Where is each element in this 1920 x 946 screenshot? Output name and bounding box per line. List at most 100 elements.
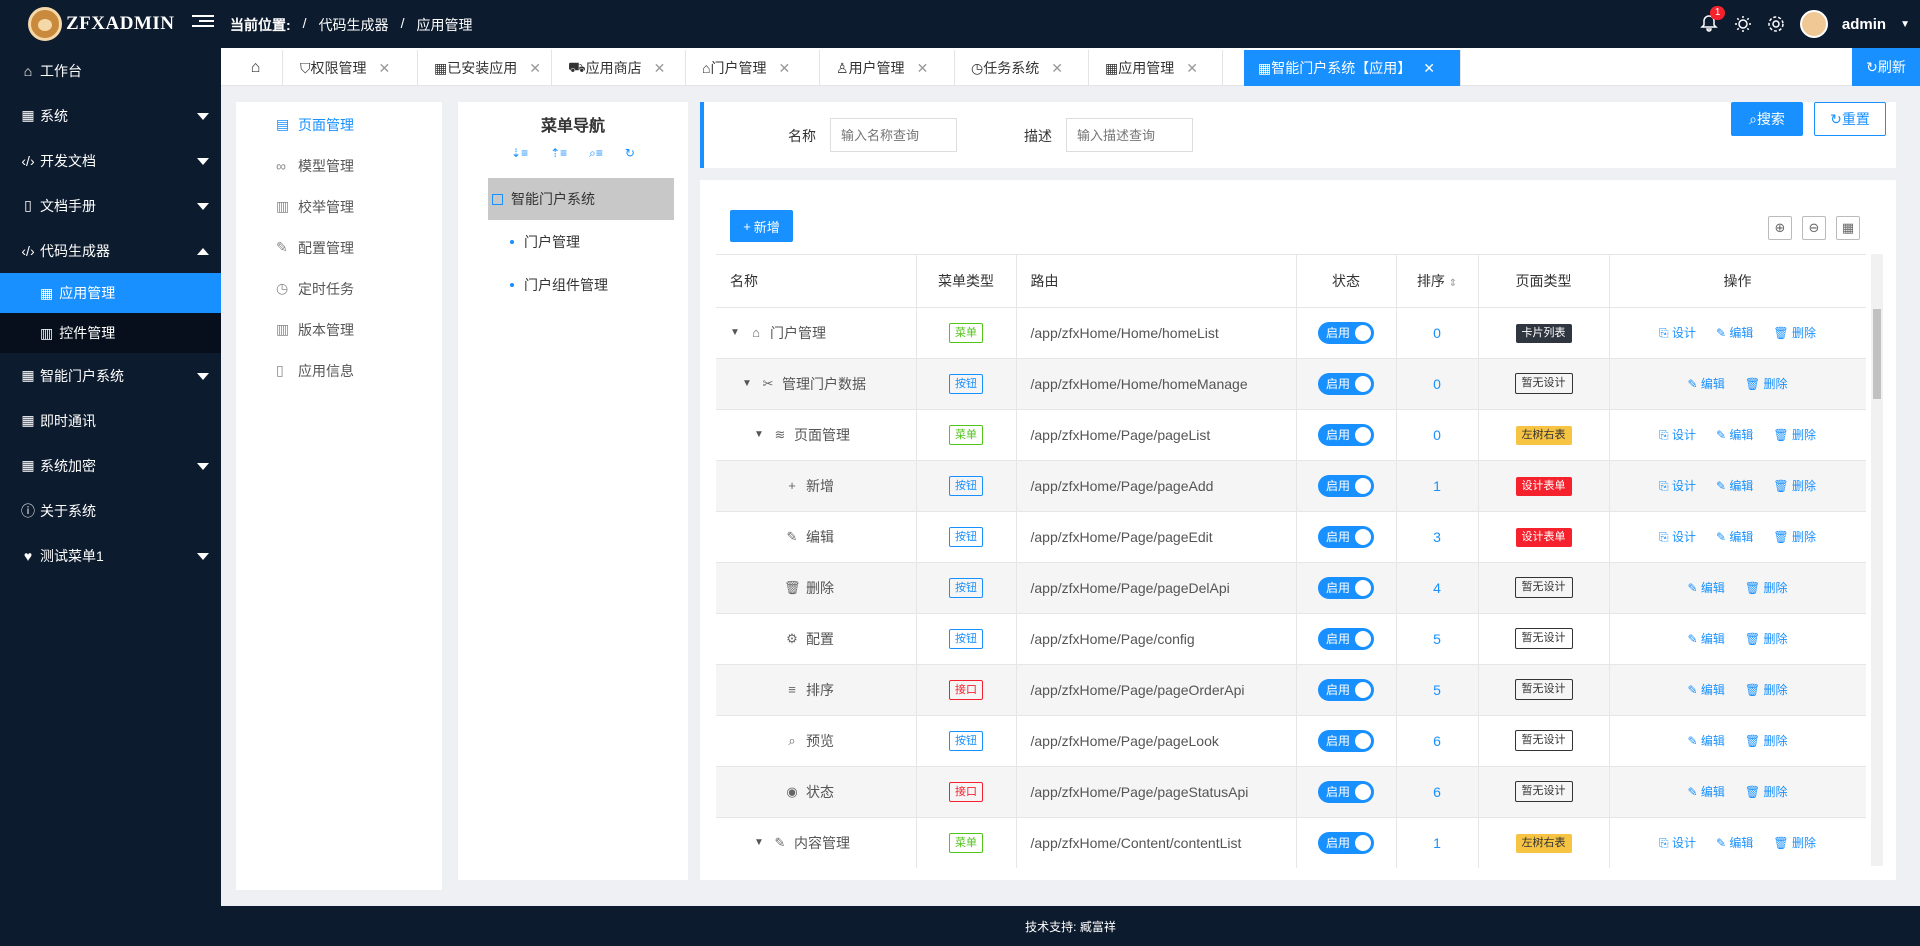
close-icon[interactable]: ✕ — [778, 60, 790, 77]
delete-button[interactable]: 🗑 删除 — [1773, 834, 1816, 851]
edit-button[interactable]: ✎ 编辑 — [1688, 375, 1725, 392]
tab-user-manage[interactable]: ♙ 用户管理 ✕ — [820, 50, 955, 86]
status-toggle[interactable]: 启用 — [1318, 627, 1374, 650]
sidebar-item-workbench[interactable]: ⌂ 工作台 — [0, 48, 221, 93]
tab-permission[interactable]: ⛉ 权限管理 ✕ — [284, 50, 418, 86]
table-row[interactable]: 🗑 删除 按钮/app/zfxHome/Page/pageDelApi 启用 4 暂无设计… — [716, 562, 1866, 614]
delete-button[interactable]: 🗑 删除 — [1773, 426, 1816, 443]
sidebar-toggle-icon[interactable] — [192, 12, 214, 34]
caret-down-icon[interactable]: ▼ — [742, 378, 754, 389]
row-order[interactable]: 5 — [1433, 682, 1441, 698]
delete-button[interactable]: 🗑 删除 — [1745, 375, 1788, 392]
scrollbar[interactable] — [1871, 254, 1883, 866]
delete-button[interactable]: 🗑 删除 — [1745, 630, 1788, 647]
row-order[interactable]: 1 — [1433, 835, 1441, 851]
edit-button[interactable]: ✎ 编辑 — [1688, 579, 1725, 596]
caret-down-icon[interactable]: ▼ — [754, 837, 766, 848]
sort-asc-icon[interactable]: ⇡≡ — [550, 146, 567, 160]
status-toggle[interactable]: 启用 — [1318, 576, 1374, 599]
design-button[interactable]: ⎘ 设计 — [1659, 324, 1696, 341]
close-icon[interactable]: ✕ — [1051, 60, 1063, 77]
chevron-down-icon[interactable]: ▼ — [1900, 19, 1910, 30]
sidebar-item-encrypt[interactable]: ▦ 系统加密 — [0, 443, 221, 488]
close-icon[interactable]: ✕ — [379, 60, 391, 77]
caret-down-icon[interactable]: ▼ — [754, 429, 766, 440]
tree-node[interactable]: 门户组件管理 — [458, 263, 688, 306]
checkbox-icon[interactable] — [492, 193, 503, 205]
columns-icon[interactable]: ▦ — [1836, 216, 1860, 240]
tree-node[interactable]: 门户管理 — [458, 220, 688, 263]
design-button[interactable]: ⎘ 设计 — [1659, 834, 1696, 851]
edit-button[interactable]: ✎ 编辑 — [1688, 630, 1725, 647]
table-row[interactable]: ▼ ⌂ 门户管理 菜单/app/zfxHome/Home/homeList 启用 0 卡片列… — [716, 307, 1866, 359]
delete-button[interactable]: 🗑 删除 — [1773, 324, 1816, 341]
delete-button[interactable]: 🗑 删除 — [1745, 783, 1788, 800]
sidebar-item-doc-manual[interactable]: ▯ 文档手册 — [0, 183, 221, 228]
sidebar-item-im[interactable]: ▦ 即时通讯 — [0, 398, 221, 443]
refresh-icon[interactable]: ↻ — [625, 146, 635, 160]
tab-installed-apps[interactable]: ▦ 已安装应用 ✕ — [418, 50, 552, 86]
sidebar-item-system[interactable]: ▦ 系统 — [0, 93, 221, 138]
app-menu-page-manage[interactable]: ▤ 页面管理 — [236, 104, 442, 145]
edit-button[interactable]: ✎ 编辑 — [1716, 834, 1753, 851]
collapse-all-icon[interactable]: ⊖ — [1802, 216, 1826, 240]
row-order[interactable]: 1 — [1433, 478, 1441, 494]
table-row[interactable]: ✎ 编辑 按钮/app/zfxHome/Page/pageEdit 启用 3 设计表单 ⎘ … — [716, 511, 1866, 563]
app-menu-app-info[interactable]: ▯ 应用信息 — [236, 350, 442, 391]
sidebar-subitem-control-manage[interactable]: ▥ 控件管理 — [0, 313, 221, 353]
sort-icon[interactable]: ⇕ — [1449, 278, 1457, 289]
tab-portal-manage[interactable]: ⌂ 门户管理 ✕ — [686, 50, 820, 86]
col-header-order[interactable]: 排序 ⇕ — [1396, 255, 1479, 308]
app-menu-model-manage[interactable]: ∞ 模型管理 — [236, 145, 442, 186]
status-toggle[interactable]: 启用 — [1318, 831, 1374, 854]
row-order[interactable]: 5 — [1433, 631, 1441, 647]
row-order[interactable]: 0 — [1433, 427, 1441, 443]
delete-button[interactable]: 🗑 删除 — [1773, 477, 1816, 494]
refresh-button[interactable]: ↻ 刷新 — [1852, 48, 1920, 86]
expand-all-icon[interactable]: ⊕ — [1768, 216, 1792, 240]
design-button[interactable]: ⎘ 设计 — [1659, 426, 1696, 443]
search-button[interactable]: ⌕ 搜索 — [1731, 102, 1803, 136]
table-row[interactable]: ≡ 排序 接口/app/zfxHome/Page/pageOrderApi 启用 5 暂无… — [716, 664, 1866, 716]
close-icon[interactable]: ✕ — [1186, 60, 1198, 77]
row-order[interactable]: 0 — [1433, 376, 1441, 392]
table-row[interactable]: ⌕ 预览 按钮/app/zfxHome/Page/pageLook 启用 6 暂无设计 ✎ … — [716, 715, 1866, 767]
tab-portal-app[interactable]: ▦ 智能门户系统【应用】 ✕ — [1244, 50, 1461, 86]
desc-search-input[interactable] — [1066, 118, 1193, 152]
edit-button[interactable]: ✎ 编辑 — [1716, 324, 1753, 341]
edit-button[interactable]: ✎ 编辑 — [1688, 732, 1725, 749]
sidebar-subitem-app-manage[interactable]: ▦ 应用管理 — [0, 273, 221, 313]
app-menu-config-manage[interactable]: ✎ 配置管理 — [236, 227, 442, 268]
delete-button[interactable]: 🗑 删除 — [1745, 681, 1788, 698]
edit-button[interactable]: ✎ 编辑 — [1716, 426, 1753, 443]
scrollbar-thumb[interactable] — [1873, 309, 1881, 399]
row-order[interactable]: 4 — [1433, 580, 1441, 596]
name-search-input[interactable] — [830, 118, 957, 152]
design-button[interactable]: ⎘ 设计 — [1659, 528, 1696, 545]
row-order[interactable]: 0 — [1433, 325, 1441, 341]
logo[interactable]: ZFXADMIN — [28, 6, 175, 42]
notification-bell-icon[interactable]: 1 — [1700, 6, 1726, 34]
search-tree-icon[interactable]: ⌕≡ — [589, 146, 603, 161]
status-toggle[interactable]: 启用 — [1318, 780, 1374, 803]
edit-button[interactable]: ✎ 编辑 — [1688, 783, 1725, 800]
status-toggle[interactable]: 启用 — [1318, 525, 1374, 548]
sidebar-item-dev-docs[interactable]: ‹/› 开发文档 — [0, 138, 221, 183]
tab-task-system[interactable]: ◷ 任务系统 ✕ — [955, 50, 1089, 86]
theme-sun-icon[interactable] — [1734, 15, 1752, 33]
tab-home[interactable]: ⌂ — [229, 50, 283, 86]
status-toggle[interactable]: 启用 — [1318, 474, 1374, 497]
breadcrumb-item[interactable]: 代码生成器 — [319, 15, 389, 35]
status-toggle[interactable]: 启用 — [1318, 321, 1374, 344]
edit-button[interactable]: ✎ 编辑 — [1688, 681, 1725, 698]
avatar[interactable] — [1799, 10, 1828, 38]
app-menu-enum-manage[interactable]: ▥ 校举管理 — [236, 186, 442, 227]
close-icon[interactable]: ✕ — [1423, 60, 1435, 77]
table-row[interactable]: + 新增 按钮/app/zfxHome/Page/pageAdd 启用 1 设计表单 ⎘ 设… — [716, 460, 1866, 512]
app-menu-version-manage[interactable]: ▥ 版本管理 — [236, 309, 442, 350]
add-button[interactable]: + 新增 — [730, 210, 793, 242]
sort-desc-icon[interactable]: ⇣≡ — [511, 146, 528, 160]
table-row[interactable]: ◉ 状态 接口/app/zfxHome/Page/pageStatusApi 启用 6 暂… — [716, 766, 1866, 818]
tree-root[interactable]: 智能门户系统 — [488, 178, 674, 220]
table-row[interactable]: ▼ ≋ 页面管理 菜单/app/zfxHome/Page/pageList 启用 0 左树右… — [716, 409, 1866, 461]
